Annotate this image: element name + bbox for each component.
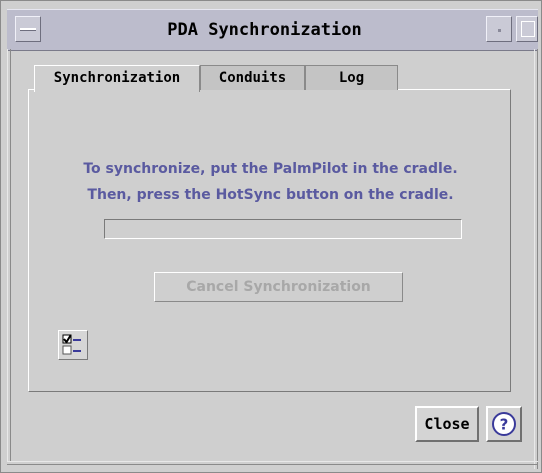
- close-button[interactable]: Close: [415, 406, 479, 442]
- minimize-icon: [498, 29, 501, 32]
- window-frame-bottom[interactable]: [7, 461, 538, 465]
- help-button[interactable]: ?: [486, 406, 522, 442]
- sync-instruction-line-2: Then, press the HotSync button on the cr…: [87, 187, 454, 203]
- maximize-button[interactable]: [516, 16, 538, 42]
- checklist-icon[interactable]: [58, 330, 88, 360]
- svg-text:?: ?: [500, 416, 509, 434]
- tab-panel-synchronization: To synchronize, put the PalmPilot in the…: [28, 89, 511, 392]
- window-menu-icon: [20, 28, 36, 30]
- minimize-button[interactable]: [486, 16, 512, 42]
- title-bar: PDA Synchronization: [7, 9, 538, 51]
- window-frame-right[interactable]: [534, 49, 538, 469]
- tab-log[interactable]: Log: [305, 65, 398, 90]
- pda-sync-window: PDA Synchronization To synchronize, put …: [0, 0, 542, 473]
- tab-synchronization[interactable]: Synchronization: [34, 65, 200, 92]
- sync-progress-bar: [104, 219, 462, 239]
- help-icon: ?: [492, 412, 516, 436]
- window-frame-left: [7, 49, 11, 461]
- window-menu-button[interactable]: [15, 16, 41, 42]
- window-title: PDA Synchronization: [167, 20, 362, 40]
- cancel-synchronization-button[interactable]: Cancel Synchronization: [154, 272, 403, 302]
- tab-conduits[interactable]: Conduits: [200, 65, 305, 90]
- checklist-icon-graphic: [62, 334, 81, 355]
- sync-instruction-line-1: To synchronize, put the PalmPilot in the…: [83, 161, 458, 177]
- maximize-icon: [521, 21, 535, 37]
